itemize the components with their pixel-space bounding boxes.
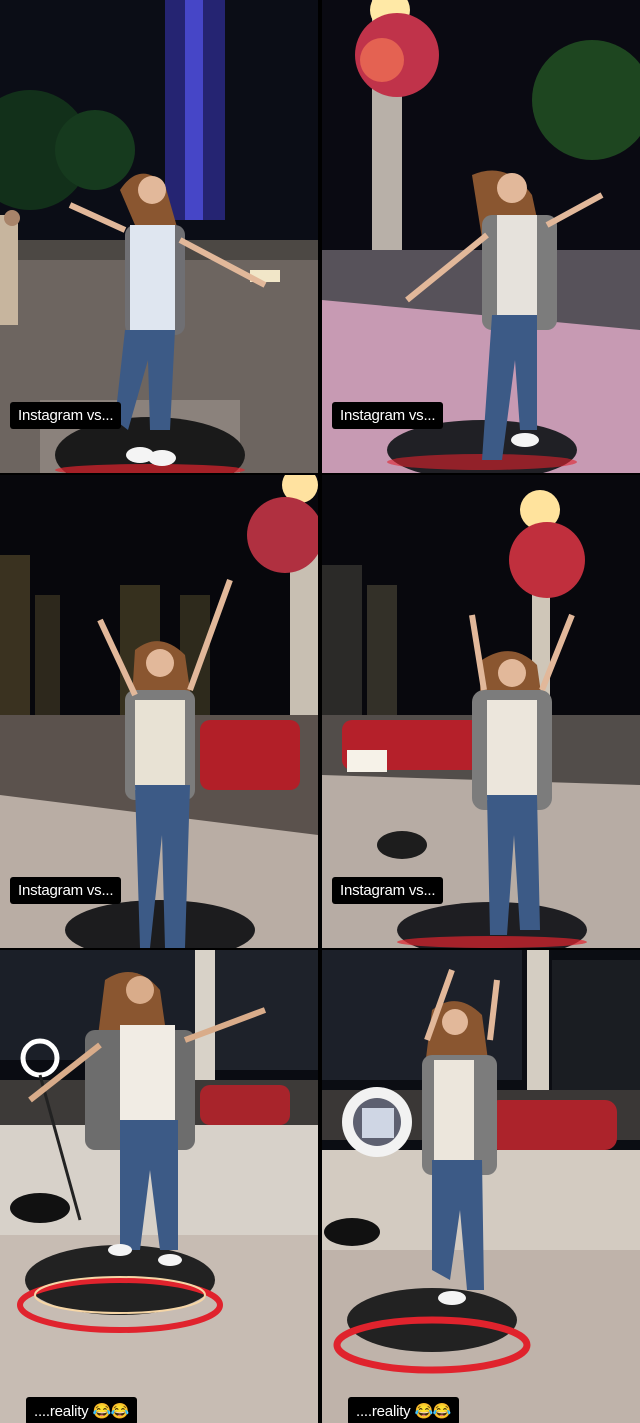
caption-label: ....reality 😂😂 (26, 1397, 138, 1423)
caption-label: Instagram vs... (332, 402, 444, 429)
photo-panel-2: Instagram vs... (322, 0, 640, 473)
scene-dancer-platform-1 (0, 950, 318, 1423)
photo-panel-3: Instagram vs... (0, 475, 318, 948)
scene-dancer-platform-2 (322, 950, 640, 1423)
photo-panel-5: ....reality 😂😂 (0, 950, 318, 1423)
caption-label: Instagram vs... (10, 877, 122, 904)
collage-grid: Instagram vs... Instagram vs... Instagra… (0, 0, 640, 1423)
photo-panel-6: ....reality 😂😂 (322, 950, 640, 1423)
photo-panel-4: Instagram vs... (322, 475, 640, 948)
caption-label: ....reality 😂😂 (348, 1397, 460, 1423)
caption-label: Instagram vs... (332, 877, 444, 904)
caption-label: Instagram vs... (10, 402, 122, 429)
photo-panel-1: Instagram vs... (0, 0, 318, 473)
